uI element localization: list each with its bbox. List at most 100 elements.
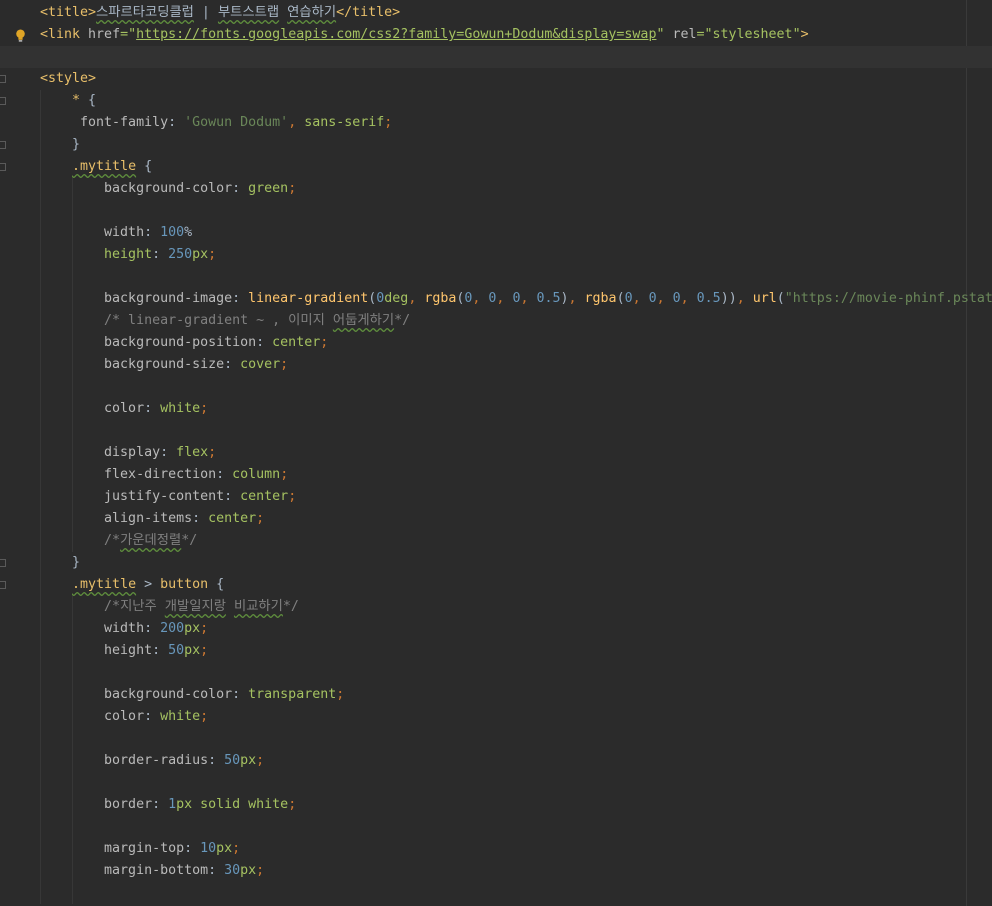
code-token: 스파르타코딩클럽 (96, 5, 194, 20)
code-line[interactable]: flex-direction: column; (0, 464, 992, 486)
code-line[interactable]: font-family: 'Gowun Dodum', sans-serif; (0, 112, 992, 134)
code-line[interactable]: .mytitle { (0, 156, 992, 178)
code-line[interactable]: /*가운데정렬*/ (0, 530, 992, 552)
code-token: 비교하기 (233, 599, 283, 614)
code-line[interactable]: <title>스파르타코딩클럽 | 부트스트랩 연습하기</title> (0, 2, 992, 24)
code-token: "https://movie-phinf.pstat (784, 291, 992, 306)
code-token: 30 (224, 863, 241, 878)
indent-guide (40, 838, 41, 860)
code-token: } (40, 137, 81, 152)
code-line[interactable]: width: 200px; (0, 618, 992, 640)
code-token: )) (720, 291, 737, 306)
code-line[interactable]: height: 50px; (0, 640, 992, 662)
fold-marker-icon[interactable] (0, 581, 6, 589)
code-token: color (40, 709, 145, 724)
code-token: href (88, 27, 121, 42)
code-token: : (232, 687, 249, 702)
code-lines[interactable]: <title>스파르타코딩클럽 | 부트스트랩 연습하기</title> <lin… (0, 2, 992, 904)
code-line[interactable] (0, 200, 992, 222)
fold-marker-icon[interactable] (0, 75, 6, 83)
code-line[interactable]: border-radius: 50px; (0, 750, 992, 772)
code-line[interactable]: align-items: center; (0, 508, 992, 530)
indent-guide (40, 442, 41, 464)
code-line[interactable] (0, 46, 992, 68)
code-line[interactable]: width: 100% (0, 222, 992, 244)
code-token: px (192, 247, 209, 262)
code-token: ; (280, 467, 289, 482)
code-token: , (568, 291, 585, 306)
indent-guide (72, 640, 73, 662)
indent-guide (40, 156, 41, 178)
code-line[interactable]: } (0, 134, 992, 156)
indent-guide (40, 420, 41, 442)
fold-marker-icon[interactable] (0, 559, 6, 567)
code-line[interactable]: background-color: transparent; (0, 684, 992, 706)
code-token: url (752, 291, 777, 306)
code-token: 50 (168, 643, 185, 658)
code-token: 이미지 (288, 313, 325, 328)
code-token: : (256, 335, 273, 350)
indent-guide (72, 530, 73, 552)
code-line[interactable] (0, 420, 992, 442)
code-line[interactable]: /* linear-gradient ~ , 이미지 어둡게하기*/ (0, 310, 992, 332)
code-line[interactable] (0, 728, 992, 750)
code-line[interactable]: margin-top: 10px; (0, 838, 992, 860)
code-token: 0.5 (536, 291, 561, 306)
code-line[interactable]: border: 1px solid white; (0, 794, 992, 816)
indent-guide (72, 332, 73, 354)
code-line[interactable] (0, 266, 992, 288)
code-line[interactable] (0, 772, 992, 794)
code-token: ; (200, 621, 209, 636)
code-line[interactable]: .mytitle > button { (0, 574, 992, 596)
code-token: % (184, 225, 193, 240)
code-editor[interactable]: <title>스파르타코딩클럽 | 부트스트랩 연습하기</title> <lin… (0, 0, 992, 906)
code-line[interactable]: background-position: center; (0, 332, 992, 354)
code-line[interactable]: color: white; (0, 706, 992, 728)
code-line[interactable]: height: 250px; (0, 244, 992, 266)
code-token: width (40, 225, 145, 240)
indent-guide (72, 442, 73, 464)
code-token: 0 (624, 291, 633, 306)
code-token: ; (208, 247, 217, 262)
code-line[interactable]: /*지난주 개발일지랑 비교하기*/ (0, 596, 992, 618)
code-line[interactable]: justify-content: center; (0, 486, 992, 508)
code-line[interactable] (0, 816, 992, 838)
code-line[interactable]: color: white; (0, 398, 992, 420)
indent-guide (72, 376, 73, 398)
code-line[interactable]: background-image: linear-gradient(0deg, … (0, 288, 992, 310)
code-line[interactable] (0, 882, 992, 904)
code-token: margin-top (40, 841, 185, 856)
code-line[interactable] (0, 662, 992, 684)
code-token: " (656, 27, 673, 42)
code-token: ; (288, 797, 297, 812)
indent-guide (72, 596, 73, 618)
indent-guide (40, 706, 41, 728)
code-token: 지난주 (120, 599, 157, 614)
code-line[interactable]: * { (0, 90, 992, 112)
code-line[interactable]: <link href="https://fonts.googleapis.com… (0, 24, 992, 46)
code-token: px (184, 643, 201, 658)
code-line[interactable]: } (0, 552, 992, 574)
code-line[interactable] (0, 376, 992, 398)
code-token: center (208, 511, 257, 526)
indent-guide (72, 882, 73, 904)
code-token: , (736, 291, 753, 306)
indent-guide (40, 728, 41, 750)
indent-guide (40, 662, 41, 684)
code-token: ; (288, 489, 297, 504)
fold-marker-icon[interactable] (0, 141, 6, 149)
indent-guide (72, 178, 73, 200)
code-line[interactable]: display: flex; (0, 442, 992, 464)
code-line[interactable]: margin-bottom: 30px; (0, 860, 992, 882)
code-line[interactable]: background-color: green; (0, 178, 992, 200)
fold-marker-icon[interactable] (0, 163, 6, 171)
code-line[interactable]: background-size: cover; (0, 354, 992, 376)
code-token: border (40, 797, 153, 812)
code-line[interactable]: <style> (0, 68, 992, 90)
indent-guide (72, 486, 73, 508)
fold-marker-icon[interactable] (0, 97, 6, 105)
code-token: .mytitle (72, 577, 137, 592)
lightbulb-icon[interactable] (15, 29, 26, 42)
